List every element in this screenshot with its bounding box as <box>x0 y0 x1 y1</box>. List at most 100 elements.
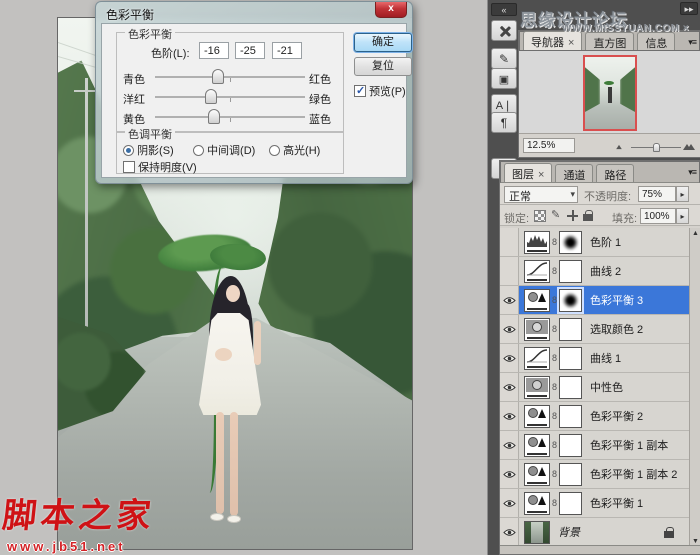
layer-row[interactable]: 色彩平衡 2 <box>500 402 700 431</box>
visibility-toggle[interactable] <box>500 489 519 517</box>
visibility-toggle[interactable] <box>500 518 519 546</box>
tool-presets-icon[interactable] <box>491 20 517 41</box>
tab-info[interactable]: 信息 <box>637 32 675 50</box>
layer-row[interactable]: 选取颜色 2 <box>500 315 700 344</box>
solid-color-adjustment-icon[interactable] <box>524 376 550 399</box>
zoom-in-icon[interactable] <box>687 144 695 150</box>
color-balance-adjustment-icon[interactable] <box>524 434 550 457</box>
magenta-green-slider[interactable] <box>155 96 305 98</box>
curves-adjustment-icon[interactable] <box>524 347 550 370</box>
visibility-toggle[interactable] <box>500 228 519 256</box>
scroll-up-icon[interactable]: ▲ <box>691 230 700 237</box>
lock-all-icon[interactable] <box>583 210 595 222</box>
level-input-2[interactable]: -25 <box>235 42 265 59</box>
layer-row[interactable]: 曲线 1 <box>500 344 700 373</box>
visibility-toggle[interactable] <box>500 315 519 343</box>
fill-spinner-icon[interactable]: ▸ <box>676 208 689 224</box>
visibility-toggle[interactable] <box>500 460 519 488</box>
layer-mask-thumbnail[interactable] <box>559 492 582 515</box>
layer-mask-thumbnail[interactable] <box>559 434 582 457</box>
color-balance-dialog: 色彩平衡 x 色彩平衡 色阶(L): -16 -25 -21 青色 红色 洋红 … <box>95 1 413 184</box>
paragraph-panel-icon[interactable] <box>491 112 517 133</box>
layer-row-selected[interactable]: 色彩平衡 3 <box>500 286 700 315</box>
background-layer-thumbnail[interactable] <box>524 521 550 544</box>
navigator-tab-bar: 导航器× 直方图 信息 ▾≡ <box>519 31 700 51</box>
shadows-radio[interactable]: 阴影(S) <box>123 142 174 158</box>
level-input-3[interactable]: -21 <box>272 42 302 59</box>
tab-navigator[interactable]: 导航器× <box>523 31 582 50</box>
lock-transparency-icon[interactable] <box>534 210 546 222</box>
layer-mask-thumbnail[interactable] <box>559 347 582 370</box>
slider-thumb[interactable] <box>205 89 217 104</box>
color-balance-adjustment-icon[interactable] <box>524 289 550 312</box>
zoom-level-input[interactable]: 12.5% <box>523 138 575 153</box>
highlights-radio[interactable]: 高光(H) <box>269 142 320 158</box>
lock-position-icon[interactable] <box>567 210 579 222</box>
preview-checkbox[interactable]: 预览(P) <box>354 83 406 99</box>
blend-mode-select[interactable]: 正常 ▾ <box>504 186 578 203</box>
opacity-spinner-icon[interactable]: ▸ <box>676 186 689 202</box>
panel-menu-icon[interactable]: ▾≡ <box>688 167 696 178</box>
tab-close-icon[interactable]: × <box>568 37 574 49</box>
preserve-luminosity-checkbox[interactable]: 保持明度(V) <box>123 159 197 175</box>
layer-mask-thumbnail[interactable] <box>559 289 582 312</box>
visibility-toggle[interactable] <box>500 431 519 459</box>
color-balance-adjustment-icon[interactable] <box>524 492 550 515</box>
layer-row[interactable]: 色彩平衡 1 副本 2 <box>500 460 700 489</box>
color-balance-adjustment-icon[interactable] <box>524 405 550 428</box>
navigator-thumbnail[interactable] <box>583 55 637 131</box>
clone-source-panel-icon[interactable] <box>491 68 517 89</box>
layer-row[interactable]: 色彩平衡 1 副本 <box>500 431 700 460</box>
cyan-red-slider[interactable] <box>155 76 305 78</box>
layer-row[interactable]: 中性色 <box>500 373 700 402</box>
layer-row[interactable]: 色彩平衡 1 <box>500 489 700 518</box>
tab-channels[interactable]: 通道 <box>555 164 593 182</box>
tab-layers[interactable]: 图层× <box>504 163 552 182</box>
visibility-toggle[interactable] <box>500 344 519 372</box>
tab-close-icon[interactable]: × <box>538 169 544 181</box>
zoom-slider[interactable] <box>631 147 681 148</box>
levels-adjustment-icon[interactable] <box>524 231 550 254</box>
opacity-label: 不透明度: <box>584 188 631 204</box>
collapse-left-icon[interactable]: « <box>491 3 517 16</box>
zoom-slider-thumb[interactable] <box>653 143 660 152</box>
layer-mask-thumbnail[interactable] <box>559 318 582 341</box>
visibility-toggle[interactable] <box>500 402 519 430</box>
layer-row[interactable]: 曲线 2 <box>500 257 700 286</box>
opacity-value[interactable]: 75% <box>638 186 676 202</box>
layer-mask-thumbnail[interactable] <box>559 405 582 428</box>
layer-mask-thumbnail[interactable] <box>559 463 582 486</box>
expand-right-icon[interactable]: ▸▸ <box>680 2 698 15</box>
layer-name: 色彩平衡 1 <box>590 495 643 511</box>
curves-adjustment-icon[interactable] <box>524 260 550 283</box>
layer-mask-thumbnail[interactable] <box>559 376 582 399</box>
slider-thumb[interactable] <box>212 69 224 84</box>
midtones-radio[interactable]: 中间调(D) <box>193 142 255 158</box>
tab-histogram[interactable]: 直方图 <box>585 32 634 50</box>
lock-pixels-icon[interactable] <box>551 210 563 222</box>
panel-menu-icon[interactable]: ▾≡ <box>688 37 696 48</box>
fill-value[interactable]: 100% <box>640 208 676 224</box>
ok-button[interactable]: 确定 <box>354 33 412 52</box>
layers-scrollbar[interactable]: ▲ ▼ <box>689 228 700 547</box>
close-icon[interactable]: x <box>375 2 407 18</box>
reset-button[interactable]: 复位 <box>354 57 412 76</box>
level-input-1[interactable]: -16 <box>199 42 229 59</box>
thumb-figure <box>608 87 612 103</box>
layer-mask-thumbnail[interactable] <box>559 231 582 254</box>
brushes-panel-icon[interactable] <box>491 48 517 69</box>
yellow-blue-slider[interactable] <box>155 116 305 118</box>
color-balance-adjustment-icon[interactable] <box>524 463 550 486</box>
layer-mask-thumbnail[interactable] <box>559 260 582 283</box>
tab-paths[interactable]: 路径 <box>596 164 634 182</box>
visibility-toggle[interactable] <box>500 373 519 401</box>
selective-color-adjustment-icon[interactable] <box>524 318 550 341</box>
visibility-toggle[interactable] <box>500 286 519 314</box>
visibility-toggle[interactable] <box>500 257 519 285</box>
layer-row[interactable]: 色阶 1 <box>500 228 700 257</box>
utility-pole-arm <box>74 90 96 92</box>
slider-thumb[interactable] <box>208 109 220 124</box>
background-layer-row[interactable]: 背景 <box>500 518 700 547</box>
zoom-out-icon[interactable] <box>616 145 622 149</box>
scroll-down-icon[interactable]: ▼ <box>691 538 700 545</box>
